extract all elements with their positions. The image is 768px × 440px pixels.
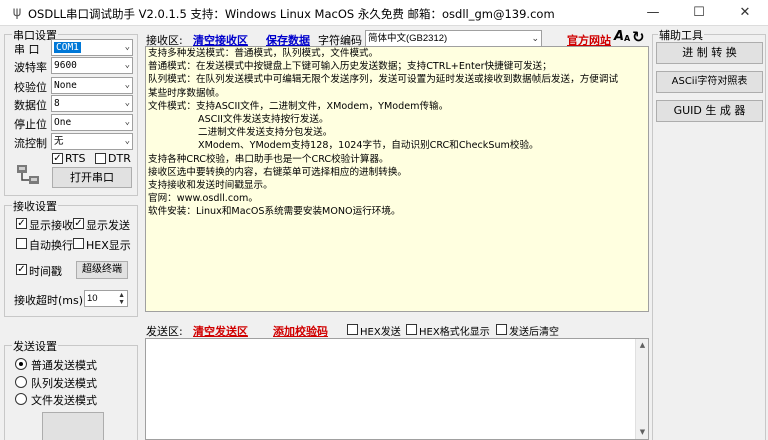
queue-mode-radio[interactable] — [15, 376, 27, 388]
show-receive-label: 显示接收 — [29, 219, 73, 232]
chevron-down-icon: ⌄ — [124, 42, 130, 52]
chevron-down-icon: ⌄ — [124, 136, 130, 146]
receive-line: 接收区选中要转换的内容，右键菜单可选择相应的进制转换。 — [148, 166, 408, 178]
chevron-down-icon: ⌄ — [124, 117, 130, 127]
databits-select[interactable]: 8 ⌄ — [51, 95, 133, 112]
chevron-down-icon: ⌄ — [124, 80, 130, 90]
send-area-label: 发送区: — [146, 325, 183, 338]
auto-wrap-checkbox[interactable] — [16, 238, 27, 249]
hex-send-label: HEX发送 — [360, 327, 401, 338]
parity-label: 校验位 — [14, 81, 47, 94]
hex-format-checkbox[interactable] — [406, 324, 417, 335]
minimize-button[interactable]: — — [630, 0, 676, 26]
receive-line: 支持接收和发送时间戳显示。 — [148, 180, 273, 192]
font-settings-icon[interactable]: A — [614, 29, 624, 44]
hex-format-label: HEX格式化显示 — [419, 327, 490, 338]
ascii-table-button[interactable]: ASCii字符对照表 — [656, 71, 763, 93]
receive-line: 队列模式：在队列发送模式中可编辑无限个发送序列，发送可设置为延时发送或接收到数据… — [148, 74, 619, 86]
receive-settings-title: 接收设置 — [12, 198, 58, 214]
stopbits-label: 停止位 — [14, 118, 47, 131]
receive-line: XModem、YModem支持128，1024字节，自动识别CRC和CheckS… — [198, 140, 539, 152]
receive-line: 软件安装：Linux和MacOS系统需要安装MONO运行环境。 — [148, 206, 401, 218]
close-button[interactable]: ✕ — [722, 0, 768, 26]
receive-line: 官网：www.osdll.com。 — [148, 193, 258, 205]
serial-port-icon — [15, 162, 41, 188]
aux-tools-group — [652, 34, 766, 440]
queue-mode-label: 队列发送模式 — [31, 377, 97, 390]
open-port-button[interactable]: 打开串口 — [52, 167, 132, 188]
show-send-checkbox[interactable]: ✓ — [73, 218, 84, 229]
port-select[interactable]: COM1 ⌄ — [51, 39, 133, 56]
timestamp-checkbox[interactable]: ✓ — [16, 264, 27, 275]
rts-checkbox[interactable]: ✓ — [52, 153, 63, 164]
send-textarea[interactable]: ▲ ▼ — [145, 338, 649, 440]
baud-label: 波特率 — [14, 61, 47, 74]
normal-mode-label: 普通发送模式 — [31, 359, 97, 372]
flow-label: 流控制 — [14, 137, 47, 150]
dtr-label: DTR — [108, 152, 131, 165]
show-receive-checkbox[interactable]: ✓ — [16, 218, 27, 229]
chevron-down-icon: ⌄ — [124, 60, 130, 70]
file-mode-radio[interactable] — [15, 393, 27, 405]
send-button-partial[interactable] — [42, 412, 104, 440]
receive-timeout-label: 接收超时(ms): — [14, 294, 87, 307]
usb-icon: ψ — [12, 5, 22, 20]
baud-select[interactable]: 9600 ⌄ — [51, 57, 133, 74]
flow-select[interactable]: 无 ⌄ — [51, 133, 133, 150]
send-scrollbar[interactable]: ▲ ▼ — [635, 339, 648, 439]
show-send-label: 显示发送 — [86, 219, 130, 232]
font-settings-icon-small: A — [624, 34, 631, 43]
stopbits-select[interactable]: One ⌄ — [51, 114, 133, 131]
clear-after-send-label: 发送后清空 — [509, 327, 559, 338]
send-settings-title: 发送设置 — [12, 338, 58, 354]
scroll-down-icon[interactable]: ▼ — [636, 426, 649, 439]
guid-generator-button[interactable]: GUID 生 成 器 — [656, 100, 763, 122]
hex-show-label: HEX显示 — [86, 239, 131, 252]
receive-line: 支持各种CRC校验，串口助手也是一个CRC校验计算器。 — [148, 153, 389, 165]
chevron-down-icon: ⌄ — [124, 98, 130, 108]
receive-line: 普通模式：在发送模式中按键盘上下键可输入历史发送数据；支持CTRL+Enter快… — [148, 61, 552, 73]
window-title: OSDLL串口调试助手 V2.0.1.5 支持：Windows Linux Ma… — [28, 7, 555, 21]
receive-line: 二进制文件发送支持分包发送。 — [198, 127, 333, 139]
normal-mode-radio[interactable] — [15, 358, 27, 370]
spinner-arrows-icon[interactable]: ▲ ▼ — [118, 292, 125, 306]
hex-show-checkbox[interactable] — [73, 238, 84, 249]
chevron-down-icon: ⌄ — [531, 33, 539, 43]
port-label: 串 口 — [14, 43, 40, 56]
parity-select[interactable]: None ⌄ — [51, 77, 133, 94]
clear-send-link[interactable]: 清空发送区 — [193, 323, 248, 339]
hex-send-checkbox[interactable] — [347, 324, 358, 335]
title-bar[interactable]: ψ OSDLL串口调试助手 V2.0.1.5 支持：Windows Linux … — [0, 0, 768, 26]
add-checksum-link[interactable]: 添加校验码 — [273, 323, 328, 339]
auto-wrap-label: 自动换行 — [29, 239, 73, 252]
maximize-button[interactable]: ☐ — [676, 0, 722, 26]
receive-timeout-spinner[interactable]: 10 ▲ ▼ — [84, 290, 128, 307]
timestamp-label: 时间戳 — [29, 265, 62, 278]
databits-label: 数据位 — [14, 99, 47, 112]
super-terminal-button[interactable]: 超级终端 — [76, 261, 128, 279]
rts-label: RTS — [65, 152, 86, 165]
receive-textarea[interactable]: 支持多种发送模式：普通模式，队列模式，文件模式。 普通模式：在发送模式中按键盘上… — [145, 46, 649, 312]
receive-line: ASCII文件发送支持按行发送。 — [198, 114, 329, 126]
encoding-select[interactable]: 简体中文(GB2312) ⌄ — [365, 30, 542, 47]
dtr-checkbox[interactable] — [95, 153, 106, 164]
refresh-icon[interactable]: ↻ — [632, 28, 645, 46]
receive-line: 某些时序数据帧。 — [148, 87, 225, 99]
receive-line: 支持多种发送模式：普通模式，队列模式，文件模式。 — [148, 48, 379, 59]
aux-tools-title: 辅助工具 — [658, 27, 704, 43]
receive-line: 文件模式：支持ASCII文件，二进制文件，XModem，YModem传输。 — [148, 100, 449, 112]
base-convert-button[interactable]: 进 制 转 换 — [656, 42, 763, 64]
clear-after-send-checkbox[interactable] — [496, 324, 507, 335]
file-mode-label: 文件发送模式 — [31, 394, 97, 407]
scroll-up-icon[interactable]: ▲ — [636, 339, 649, 352]
